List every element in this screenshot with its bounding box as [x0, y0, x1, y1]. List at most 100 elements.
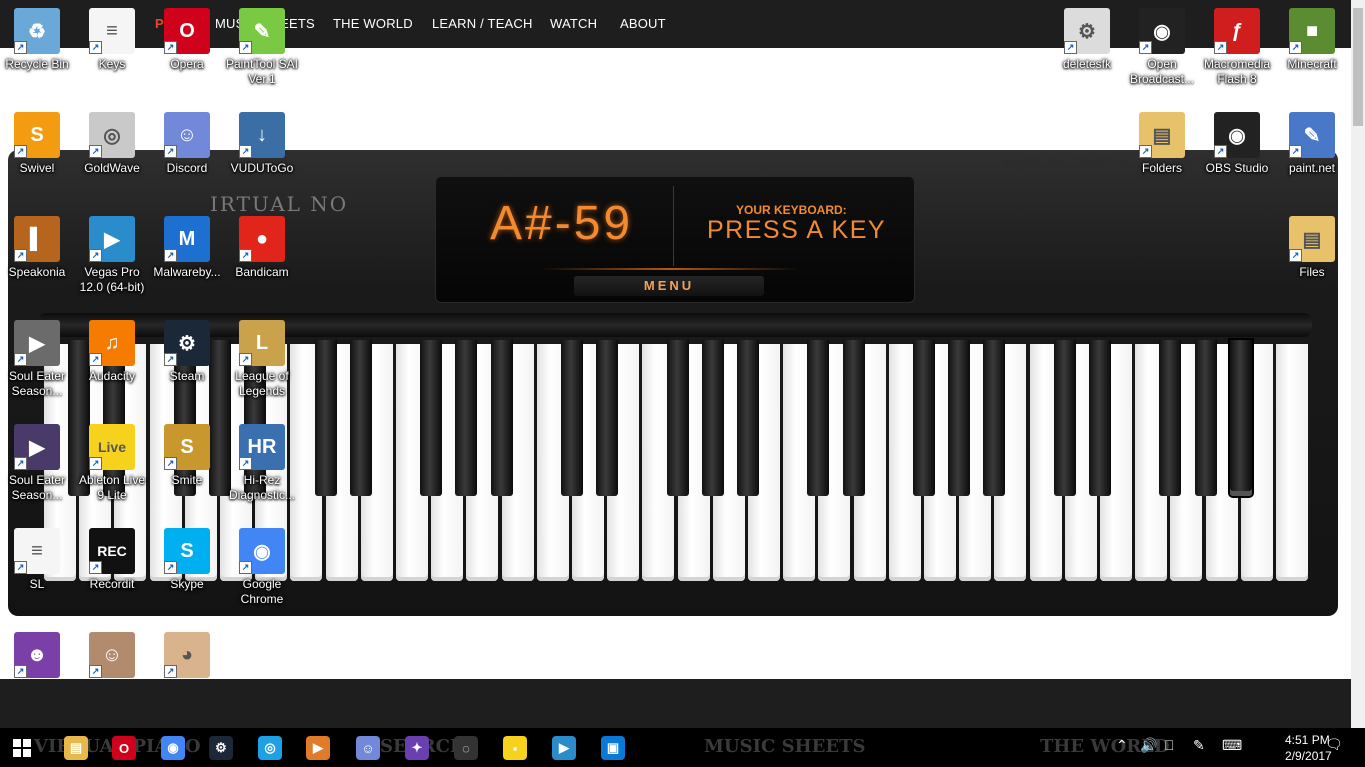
desktop-icon[interactable]: ▤ ↗ Files	[1275, 216, 1349, 280]
desktop-icon[interactable]: ● ↗ Bandicam	[225, 216, 299, 280]
steam-icon[interactable]: ⚙	[209, 736, 233, 760]
desktop-icon[interactable]: M ↗ Malwareby...	[150, 216, 224, 280]
pen-workspace-icon[interactable]: ✎	[1193, 737, 1205, 754]
desktop-icon[interactable]: ◉ ↗ Google Chrome	[225, 528, 299, 607]
desktop-icon[interactable]: ƒ ↗ Macromedia Flash 8	[1200, 8, 1274, 87]
black-key[interactable]	[1194, 340, 1217, 496]
settings-file-icon: ⚙ ↗	[1064, 8, 1110, 54]
white-key[interactable]	[1276, 344, 1308, 581]
black-key[interactable]	[314, 340, 337, 496]
opera-icon[interactable]: O	[112, 736, 136, 760]
touch-keyboard-icon[interactable]: ⌨	[1222, 737, 1242, 754]
opera-icon: O ↗	[164, 8, 210, 54]
shortcut-arrow-icon: ↗	[1214, 145, 1227, 158]
clock-time[interactable]: 4:51 PM	[1285, 733, 1330, 747]
desktop-icon[interactable]: ≡ ↗ SL	[0, 528, 74, 592]
league-of-legends-icon: L ↗	[239, 320, 285, 366]
black-key[interactable]	[1229, 340, 1252, 496]
shortcut-arrow-icon: ↗	[1214, 41, 1227, 54]
black-key[interactable]	[842, 340, 865, 496]
desktop-icon[interactable]: ♻ ↗ Recycle Bin	[0, 8, 74, 72]
show-hidden-icons-chevron[interactable]: ⌃	[1116, 737, 1128, 754]
desktop-icon[interactable]: ▶ ↗ Soul Eater Season...	[0, 424, 74, 503]
minecraft-icon: ■ ↗	[1289, 8, 1335, 54]
desktop-icon[interactable]: S ↗ Skype	[150, 528, 224, 592]
vegas-icon[interactable]: ▶	[552, 736, 576, 760]
desktop-icon-label: League of Legends	[235, 369, 289, 398]
desktop-icon[interactable]: Live ↗ Ableton Live 9 Lite	[75, 424, 149, 503]
nav-watch-link[interactable]: WATCH	[550, 16, 597, 31]
desktop-icon[interactable]: O ↗ Opera	[150, 8, 224, 72]
desktop-icon-label: Folders	[1141, 161, 1182, 175]
desktop-icon-label: OBS Studio	[1205, 161, 1269, 175]
black-key[interactable]	[420, 340, 443, 496]
star-app-icon[interactable]: ✦	[405, 736, 429, 760]
footer-link-music-sheets[interactable]: MUSIC SHEETS	[704, 736, 865, 757]
desktop-icon[interactable]: REC ↗ Recordit	[75, 528, 149, 592]
black-key[interactable]	[1089, 340, 1111, 496]
desktop-icon[interactable]: ☺ ↗ Discord	[150, 112, 224, 176]
network-icon[interactable]: ⎕	[1165, 737, 1173, 754]
scrollbar-thumb[interactable]	[1353, 8, 1363, 126]
desktop-icon[interactable]: ↓ ↗ VUDUToGo	[225, 112, 299, 176]
bandicam-icon: ● ↗	[239, 216, 285, 262]
overwatch-icon[interactable]: ◌	[454, 736, 478, 760]
black-key[interactable]	[1053, 340, 1076, 496]
app-window-icon[interactable]: ▣	[601, 736, 625, 760]
desktop-icon[interactable]: ♫ ↗ Audacity	[75, 320, 149, 384]
desktop-icon[interactable]: L ↗ League of Legends	[225, 320, 299, 399]
desktop-icon[interactable]: ◎ ↗ GoldWave	[75, 112, 149, 176]
shortcut-arrow-icon: ↗	[164, 249, 177, 262]
black-key[interactable]	[701, 340, 724, 496]
black-key[interactable]	[983, 340, 1006, 496]
desktop-icon[interactable]: S ↗ Smite	[150, 424, 224, 488]
chrome-icon[interactable]: ◉	[161, 736, 185, 760]
discord-icon[interactable]: ☺	[356, 736, 380, 760]
black-key[interactable]	[666, 340, 689, 496]
desktop-icon[interactable]: ■ ↗ Minecraft	[1275, 8, 1349, 72]
action-center-icon[interactable]: 🗨	[1325, 736, 1343, 753]
shortcut-arrow-icon: ↗	[239, 145, 252, 158]
black-key[interactable]	[807, 340, 830, 496]
app-icon[interactable]: ◎	[258, 736, 282, 760]
volume-icon[interactable]: 🔊	[1140, 737, 1157, 754]
nav-the-world-link[interactable]: THE WORLD	[333, 16, 413, 31]
desktop-icon[interactable]: ⚙ ↗ deletesfk	[1050, 8, 1124, 72]
black-key[interactable]	[1159, 340, 1182, 496]
menu-button[interactable]: MENU	[574, 276, 764, 296]
black-key[interactable]	[913, 340, 935, 496]
black-key[interactable]	[490, 340, 513, 496]
desktop-icon[interactable]: ✎ ↗ PaintTool SAI Ver.1	[225, 8, 299, 87]
desktop-icon[interactable]: ◉ ↗ Open Broadcast...	[1125, 8, 1199, 87]
desktop-icon[interactable]: S ↗ Swivel	[0, 112, 74, 176]
black-key[interactable]	[455, 340, 478, 496]
shortcut-arrow-icon: ↗	[239, 41, 252, 54]
nav-about-link[interactable]: ABOUT	[620, 16, 666, 31]
desktop-icon[interactable]: ▶ ↗ Soul Eater Season...	[0, 320, 74, 399]
media-player-icon[interactable]: ▶	[306, 736, 330, 760]
black-key[interactable]	[948, 340, 971, 496]
desktop-icon[interactable]: ≡ ↗ Keys	[75, 8, 149, 72]
desktop-icon[interactable]: HR ↗ Hi-Rez Diagnostic...	[225, 424, 299, 503]
desktop-icon[interactable]: ⚙ ↗ Steam	[150, 320, 224, 384]
chrome-icon: ◉ ↗	[239, 528, 285, 574]
nav-learn-teach-link[interactable]: LEARN / TEACH	[432, 16, 533, 31]
black-key[interactable]	[561, 340, 583, 496]
black-key[interactable]	[596, 340, 619, 496]
desktop-icon[interactable]: ▶ ↗ Vegas Pro 12.0 (64-bit)	[75, 216, 149, 295]
desktop-icon-label: Bandicam	[235, 265, 289, 279]
desktop-icon[interactable]: ◉ ↗ OBS Studio	[1200, 112, 1274, 176]
shortcut-arrow-icon: ↗	[89, 457, 102, 470]
sticky-notes-icon[interactable]: ▪	[503, 736, 527, 760]
page-scrollbar[interactable]	[1351, 0, 1365, 728]
desktop-icon-label: Malwareby...	[153, 265, 221, 279]
shortcut-arrow-icon: ↗	[164, 665, 177, 678]
desktop-icon[interactable]: ▤ ↗ Folders	[1125, 112, 1199, 176]
start-button[interactable]	[13, 739, 31, 757]
shortcut-arrow-icon: ↗	[14, 457, 27, 470]
black-key[interactable]	[349, 340, 372, 496]
desktop-icon[interactable]: ✎ ↗ paint.net	[1275, 112, 1349, 176]
black-key[interactable]	[737, 340, 759, 496]
desktop-icon[interactable]: ▌ ↗ Speakonia	[0, 216, 74, 280]
file-explorer-icon[interactable]: ▤	[64, 736, 88, 760]
